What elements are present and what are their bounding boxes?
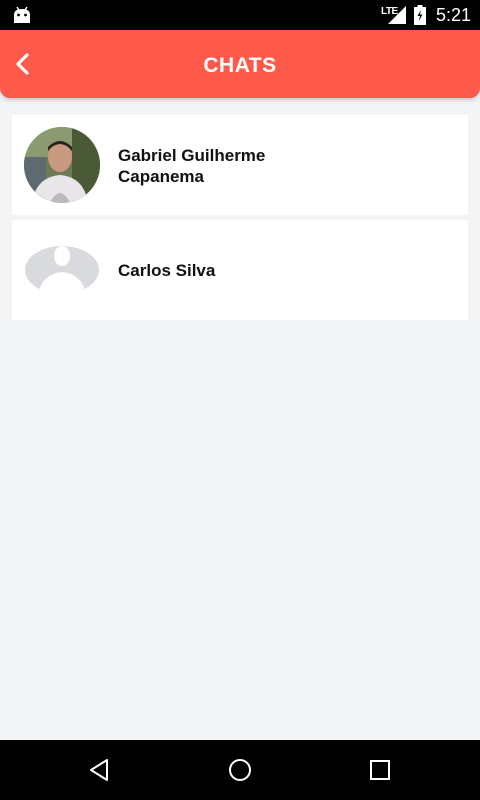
- chat-name: Carlos Silva: [118, 261, 216, 280]
- nav-recents-button[interactable]: [365, 755, 395, 785]
- nav-back-button[interactable]: [85, 755, 115, 785]
- avatar: [24, 232, 100, 308]
- system-nav-bar: [0, 740, 480, 800]
- back-triangle-icon: [90, 759, 108, 781]
- chat-name-line: Gabriel Guilherme: [118, 146, 266, 165]
- home-circle-icon: [229, 759, 251, 781]
- android-icon: [14, 6, 30, 23]
- chat-name-line: Capanema: [118, 167, 204, 186]
- chat-list: Gabriel Guilherme Capanema Carlos Silva: [12, 115, 468, 325]
- battery-icon: [414, 5, 426, 25]
- chat-list-item[interactable]: Gabriel Guilherme Capanema: [12, 115, 468, 215]
- clock-time: 5:21: [436, 5, 472, 25]
- signal-icon: [388, 6, 406, 24]
- page-title: CHATS: [203, 54, 277, 77]
- avatar-placeholder-icon: [24, 232, 100, 308]
- app-bar: CHATS: [0, 30, 480, 98]
- recents-square-icon: [370, 760, 390, 780]
- chat-list-item[interactable]: Carlos Silva: [12, 220, 468, 320]
- avatar: [24, 127, 100, 203]
- status-bar: LTE 5:21: [0, 0, 480, 30]
- nav-home-button[interactable]: [225, 755, 255, 785]
- chat-name: Gabriel Guilherme Capanema: [118, 145, 448, 187]
- avatar-photo: [24, 127, 100, 203]
